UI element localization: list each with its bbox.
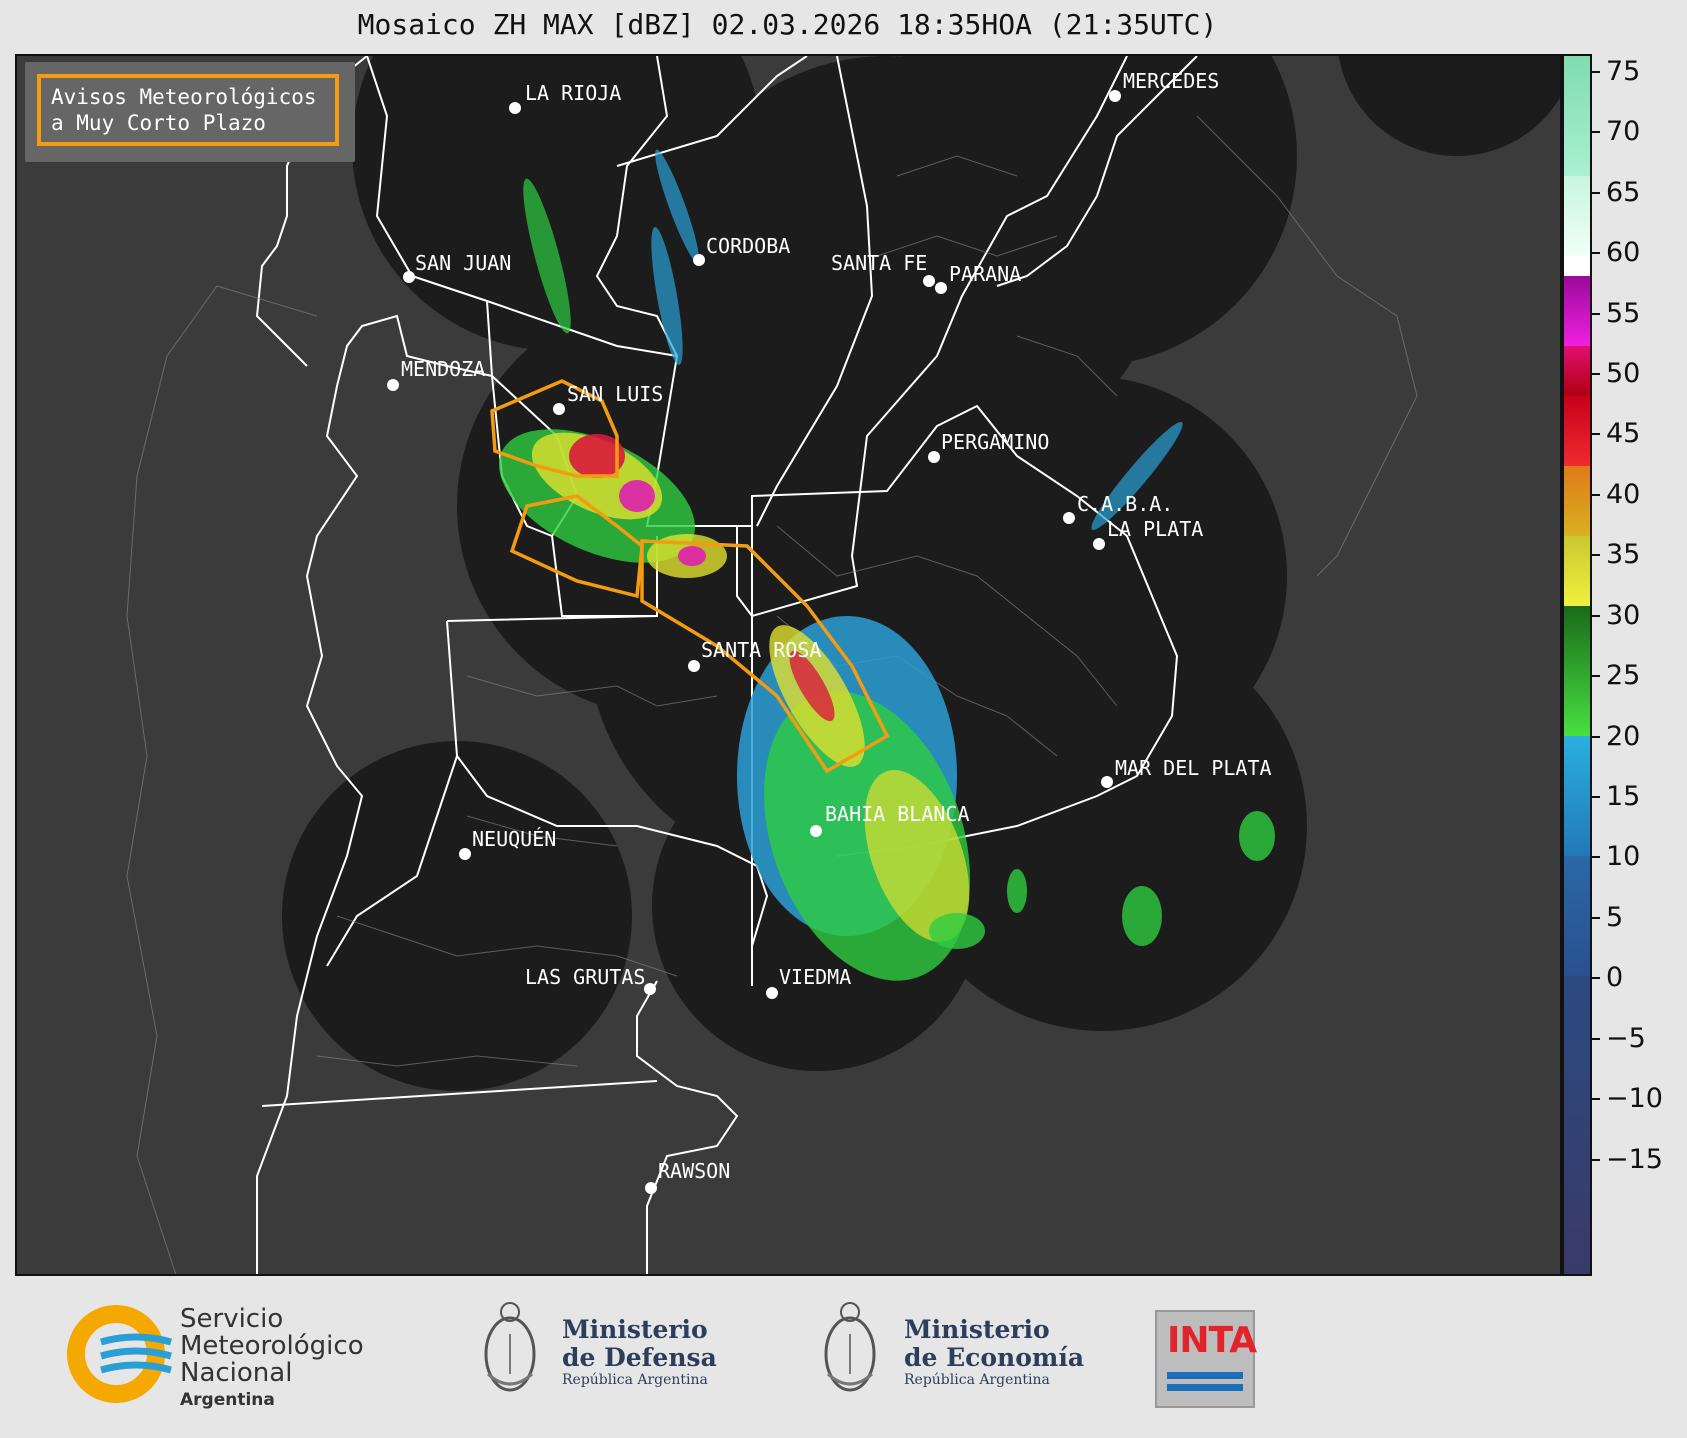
city-label: LAS GRUTAS xyxy=(525,965,645,989)
footer-logos: Servicio Meteorológico Nacional Argentin… xyxy=(0,1276,1687,1438)
city-label: MENDOZA xyxy=(401,357,485,381)
economia-line-1: Ministerio xyxy=(904,1315,1050,1344)
legend-line-2: a Muy Corto Plazo xyxy=(51,111,266,135)
colorbar-tick: 40 xyxy=(1592,479,1640,510)
city-label: CORDOBA xyxy=(706,234,790,258)
colorbar-tick: 20 xyxy=(1592,721,1640,752)
colorbar-tick: 5 xyxy=(1592,902,1623,933)
warning-legend: Avisos Meteorológicos a Muy Corto Plazo xyxy=(25,62,355,162)
colorbar-tick: 0 xyxy=(1592,962,1623,993)
colorbar-tick: 60 xyxy=(1592,237,1640,268)
colorbar-tick: 75 xyxy=(1592,56,1640,87)
city-label: PARANA xyxy=(949,262,1021,286)
colorbar-tick: 70 xyxy=(1592,116,1640,147)
city-label: PERGAMINO xyxy=(941,430,1049,454)
defensa-sub: República Argentina xyxy=(562,1372,708,1388)
dbz-colorbar xyxy=(1562,54,1592,1276)
city-label: NEUQUÉN xyxy=(472,827,556,851)
colorbar-tick: 30 xyxy=(1592,600,1640,631)
smn-logo: Servicio Meteorológico Nacional Argentin… xyxy=(66,1304,386,1410)
map-canvas: LA RIOJA MERCEDES SAN JUAN CORDOBA SANTA… xyxy=(126,56,1560,1274)
inta-text: INTA xyxy=(1167,1320,1257,1361)
city-label: MERCEDES xyxy=(1123,69,1219,93)
colorbar-tick: 25 xyxy=(1592,660,1640,691)
colorbar-tick: −15 xyxy=(1592,1144,1663,1175)
warning-legend-frame: Avisos Meteorológicos a Muy Corto Plazo xyxy=(37,74,339,146)
smn-line-2: Meteorológico xyxy=(180,1331,364,1361)
colorbar-tick: 50 xyxy=(1592,358,1640,389)
colorbar-tick: 65 xyxy=(1592,177,1640,208)
city-label: SAN JUAN xyxy=(415,251,511,275)
smn-line-1: Servicio xyxy=(180,1304,284,1334)
map-title: Mosaico ZH MAX [dBZ] 02.03.2026 18:35HOA… xyxy=(357,8,1218,41)
inta-logo: INTA xyxy=(1155,1310,1257,1408)
city-label: MAR DEL PLATA xyxy=(1115,756,1272,780)
city-label: LA RIOJA xyxy=(525,81,621,105)
colorbar-tick: 55 xyxy=(1592,298,1640,329)
city-label: SANTA ROSA xyxy=(701,638,821,662)
defensa-line-2: de Defensa xyxy=(562,1343,717,1372)
smn-sub: Argentina xyxy=(180,1390,275,1410)
city-label: SANTA FE xyxy=(831,251,927,275)
colorbar-tick: 35 xyxy=(1592,539,1640,570)
colorbar-tick: 15 xyxy=(1592,781,1640,812)
colorbar-tick: 45 xyxy=(1592,418,1640,449)
city-label: LA PLATA xyxy=(1107,517,1203,541)
city-label: VIEDMA xyxy=(779,965,851,989)
colorbar-tick: −5 xyxy=(1592,1023,1646,1054)
colorbar-tick: 10 xyxy=(1592,841,1640,872)
colorbar-tick: −10 xyxy=(1592,1083,1663,1114)
city-label: SAN LUIS xyxy=(567,382,663,406)
economia-sub: República Argentina xyxy=(904,1372,1050,1388)
defensa-line-1: Ministerio xyxy=(562,1315,708,1344)
economia-logo: Ministerio de Economía República Argenti… xyxy=(818,1294,1098,1414)
city-label: BAHIA BLANCA xyxy=(825,802,970,826)
national-shield-icon xyxy=(824,1302,876,1392)
smn-line-3: Nacional xyxy=(180,1358,293,1388)
smn-emblem-icon xyxy=(67,1305,172,1403)
legend-line-1: Avisos Meteorológicos xyxy=(51,85,317,109)
city-label: C.A.B.A. xyxy=(1077,492,1173,516)
economia-line-2: de Economía xyxy=(904,1343,1085,1372)
defensa-logo: Ministerio de Defensa República Argentin… xyxy=(478,1294,738,1414)
radar-map: LA RIOJA MERCEDES SAN JUAN CORDOBA SANTA… xyxy=(15,54,1562,1276)
city-label: RAWSON xyxy=(658,1159,730,1183)
national-shield-icon xyxy=(484,1302,536,1392)
